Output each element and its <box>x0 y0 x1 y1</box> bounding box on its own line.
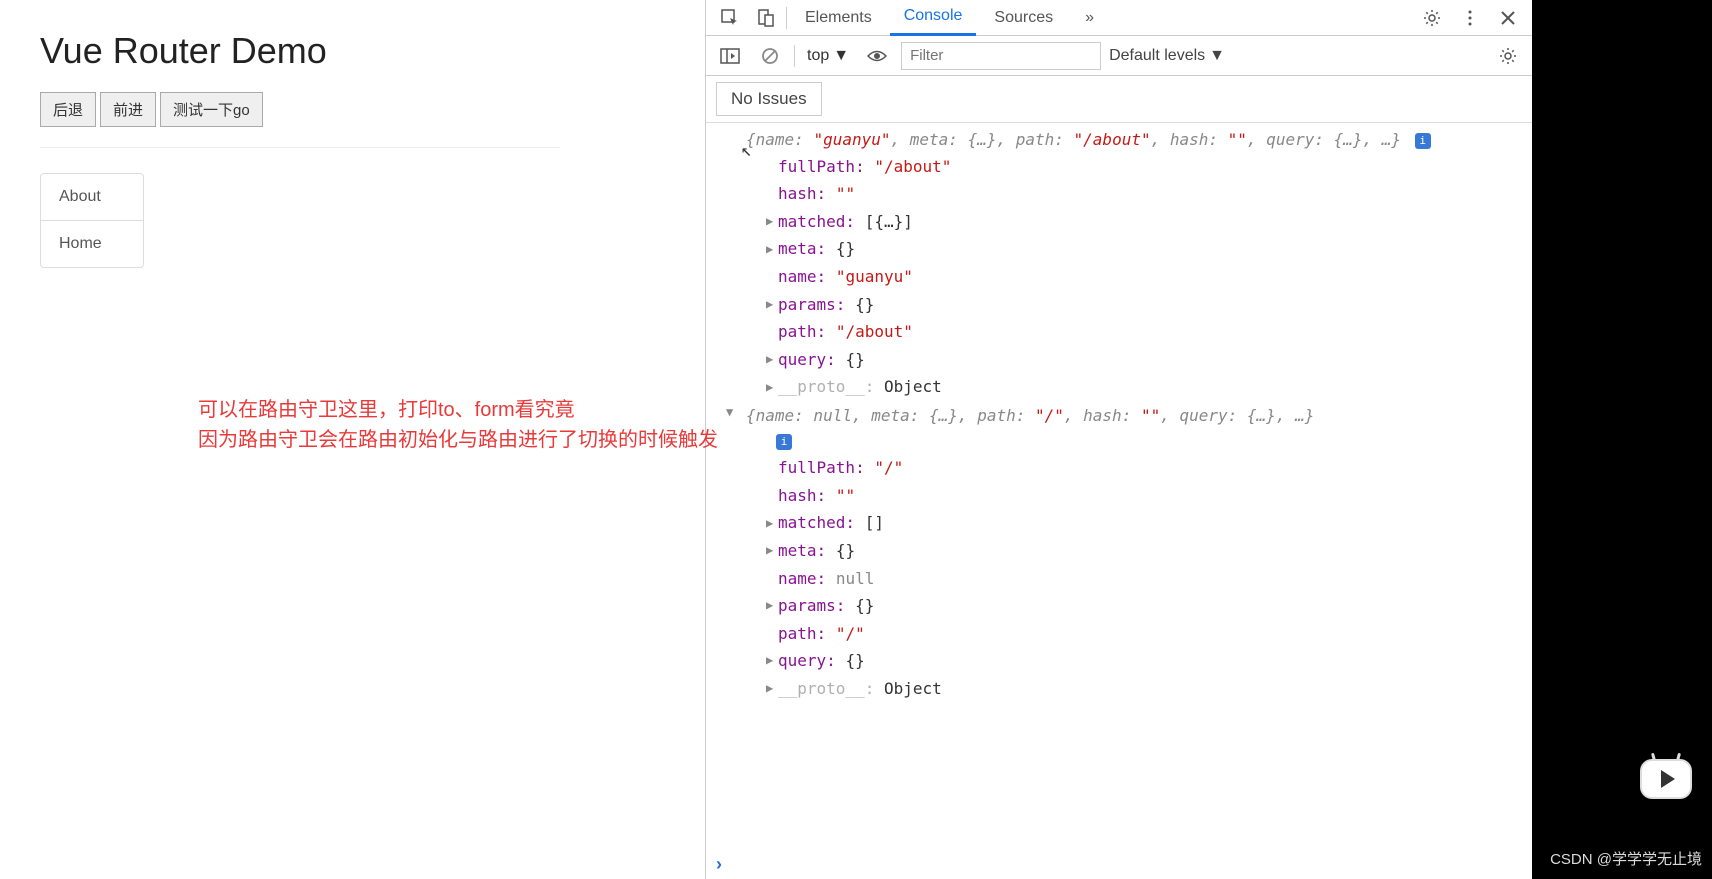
prop-params[interactable]: ▶params: {} <box>766 592 1522 620</box>
page-title: Vue Router Demo <box>40 30 665 72</box>
expand-down-icon[interactable]: ▼ <box>726 403 733 422</box>
context-select[interactable]: top ▼ <box>803 47 853 65</box>
prop-meta[interactable]: ▶meta: {} <box>766 235 1522 263</box>
prop-hash[interactable]: ▶hash: "" <box>766 482 1522 510</box>
prop-params[interactable]: ▶params: {} <box>766 291 1522 319</box>
tab-elements[interactable]: Elements <box>791 1 886 35</box>
back-button[interactable]: 后退 <box>40 92 96 127</box>
filter-input[interactable] <box>901 42 1101 70</box>
issues-bar: No Issues <box>706 76 1532 123</box>
prop-name[interactable]: ▶name: "guanyu" <box>766 263 1522 291</box>
button-row: 后退 前进 测试一下go <box>40 92 665 127</box>
prop-meta[interactable]: ▶meta: {} <box>766 537 1522 565</box>
prop-query[interactable]: ▶query: {} <box>766 647 1522 675</box>
prompt-icon: › <box>716 854 722 875</box>
prop-hash[interactable]: ▶hash: "" <box>766 180 1522 208</box>
tab-more[interactable]: » <box>1071 1 1108 35</box>
prop-proto[interactable]: ▶__proto__: Object <box>766 373 1522 401</box>
devtools-tabs: Elements Console Sources » <box>706 0 1532 36</box>
no-issues-button[interactable]: No Issues <box>716 82 822 116</box>
levels-select[interactable]: Default levels ▼ <box>1109 47 1225 65</box>
dropdown-icon: ▼ <box>1209 47 1225 65</box>
tab-sources[interactable]: Sources <box>980 1 1067 35</box>
object-summary: {name: null, meta: {…}, path: "/", hash:… <box>746 406 1314 425</box>
dropdown-icon: ▼ <box>833 47 849 65</box>
context-label: top <box>807 47 829 65</box>
inspect-icon[interactable] <box>714 2 746 34</box>
devtools-panel: Elements Console Sources » top ▼ <box>705 0 1532 879</box>
video-badge-icon[interactable] <box>1640 759 1692 799</box>
forward-button[interactable]: 前进 <box>100 92 156 127</box>
test-go-button[interactable]: 测试一下go <box>160 92 263 127</box>
separator <box>794 45 795 67</box>
prop-path[interactable]: ▶path: "/about" <box>766 318 1522 346</box>
levels-label: Default levels <box>1109 47 1205 65</box>
object-properties: ▶fullPath: "/about" ▶hash: "" ▶matched: … <box>746 153 1522 401</box>
tab-console[interactable]: Console <box>890 0 977 36</box>
prop-query[interactable]: ▶query: {} <box>766 346 1522 374</box>
clear-console-icon[interactable] <box>754 40 786 72</box>
info-icon[interactable]: i <box>776 434 792 450</box>
prop-name[interactable]: ▶name: null <box>766 565 1522 593</box>
prop-fullpath[interactable]: ▶fullPath: "/" <box>766 454 1522 482</box>
right-strip: CSDN @学学学无止境 <box>1532 0 1712 879</box>
console-toolbar: top ▼ Default levels ▼ <box>706 36 1532 76</box>
app-page: Vue Router Demo 后退 前进 测试一下go About Home … <box>0 0 705 879</box>
device-icon[interactable] <box>750 2 782 34</box>
cursor-icon: ↖ <box>741 137 752 166</box>
prop-proto[interactable]: ▶__proto__: Object <box>766 675 1522 703</box>
watermark-text: CSDN @学学学无止境 <box>1550 848 1702 869</box>
tabs-right <box>1416 2 1524 34</box>
nav-item-home[interactable]: Home <box>41 220 143 267</box>
eye-icon[interactable] <box>861 40 893 72</box>
prop-fullpath[interactable]: ▶fullPath: "/about" <box>766 153 1522 181</box>
object-properties: ▶fullPath: "/" ▶hash: "" ▶matched: [] ▶m… <box>746 454 1522 702</box>
log-object-2[interactable]: ▼ {name: null, meta: {…}, path: "/", has… <box>716 403 1522 703</box>
prop-matched[interactable]: ▶matched: [] <box>766 509 1522 537</box>
annotation-line-2: 因为路由守卫会在路由初始化与路由进行了切换的时候触发 <box>198 425 718 455</box>
divider <box>40 147 560 148</box>
annotation-text: 可以在路由守卫这里，打印to、form看究竟 因为路由守卫会在路由初始化与路由进… <box>198 395 718 455</box>
kebab-icon[interactable] <box>1454 2 1486 34</box>
log-object-1[interactable]: ↖ {name: "guanyu", meta: {…}, path: "/ab… <box>716 127 1522 401</box>
nav-list: About Home <box>40 173 144 268</box>
prop-matched[interactable]: ▶matched: [{…}] <box>766 208 1522 236</box>
prop-path[interactable]: ▶path: "/" <box>766 620 1522 648</box>
settings-icon[interactable] <box>1416 2 1448 34</box>
close-icon[interactable] <box>1492 2 1524 34</box>
object-summary: {name: "guanyu", meta: {…}, path: "/abou… <box>746 130 1411 149</box>
sidebar-toggle-icon[interactable] <box>714 40 746 72</box>
nav-item-about[interactable]: About <box>41 174 143 220</box>
console-output[interactable]: index.js:56 ↖ {name: "guanyu", meta: {…}… <box>706 123 1532 850</box>
play-icon <box>1661 770 1675 788</box>
annotation-line-1: 可以在路由守卫这里，打印to、form看究竟 <box>198 395 718 425</box>
separator <box>786 7 787 29</box>
console-prompt[interactable]: › <box>706 850 1532 879</box>
info-icon[interactable]: i <box>1415 133 1431 149</box>
console-settings-icon[interactable] <box>1492 40 1524 72</box>
